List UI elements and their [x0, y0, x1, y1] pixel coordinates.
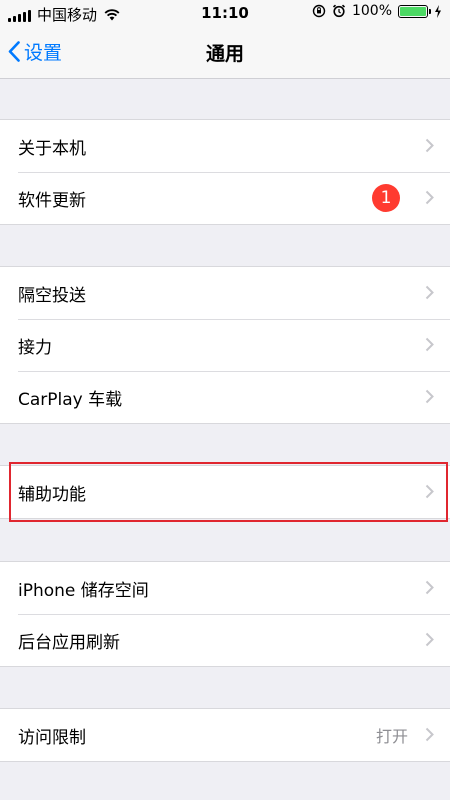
row-iphone-storage[interactable]: iPhone 储存空间 — [0, 562, 450, 614]
row-software-update[interactable]: 软件更新 1 — [0, 172, 450, 224]
battery-percent: 100% — [351, 3, 392, 19]
row-label: 后台应用刷新 — [18, 632, 120, 653]
row-label: 辅助功能 — [18, 484, 86, 505]
notification-badge: 1 — [372, 184, 400, 212]
chevron-right-icon — [425, 580, 434, 595]
row-label: 接力 — [18, 337, 52, 358]
row-carplay[interactable]: CarPlay 车载 — [0, 371, 450, 423]
row-label: 关于本机 — [18, 138, 86, 159]
page-title: 通用 — [205, 43, 244, 65]
battery-fill — [400, 6, 426, 16]
status-right: 100% — [312, 3, 442, 19]
battery-icon — [398, 4, 431, 18]
row-restrictions[interactable]: 访问限制 打开 — [0, 709, 450, 761]
alarm-icon — [332, 4, 346, 18]
status-bar: 中国移动 11:10 100% — [0, 0, 450, 26]
row-label: iPhone 储存空间 — [18, 580, 149, 601]
row-about[interactable]: 关于本机 — [0, 120, 450, 172]
chevron-right-icon — [425, 727, 434, 742]
settings-group-restrictions: 访问限制 打开 — [0, 708, 450, 762]
chevron-right-icon — [425, 632, 434, 647]
settings-group-about: 关于本机 软件更新 1 — [0, 119, 450, 225]
chevron-right-icon — [425, 484, 434, 499]
navigation-bar: 设置 通用 — [0, 26, 450, 79]
settings-group-continuity: 隔空投送 接力 CarPlay 车载 — [0, 266, 450, 424]
row-accessibility[interactable]: 辅助功能 — [0, 466, 450, 518]
chevron-right-icon — [425, 190, 434, 205]
row-handoff[interactable]: 接力 — [0, 319, 450, 371]
settings-group-accessibility: 辅助功能 — [0, 465, 450, 519]
settings-group-storage: iPhone 储存空间 后台应用刷新 — [0, 561, 450, 667]
chevron-right-icon — [425, 337, 434, 352]
chevron-right-icon — [425, 285, 434, 300]
rotation-lock-icon — [312, 4, 326, 18]
chevron-right-icon — [425, 138, 434, 153]
chevron-right-icon — [425, 389, 434, 404]
row-value: 打开 — [375, 727, 408, 746]
row-label: 隔空投送 — [18, 285, 86, 306]
row-background-refresh[interactable]: 后台应用刷新 — [0, 614, 450, 666]
row-airdrop[interactable]: 隔空投送 — [0, 267, 450, 319]
row-label: CarPlay 车载 — [18, 389, 123, 410]
charging-bolt-icon — [435, 4, 441, 18]
